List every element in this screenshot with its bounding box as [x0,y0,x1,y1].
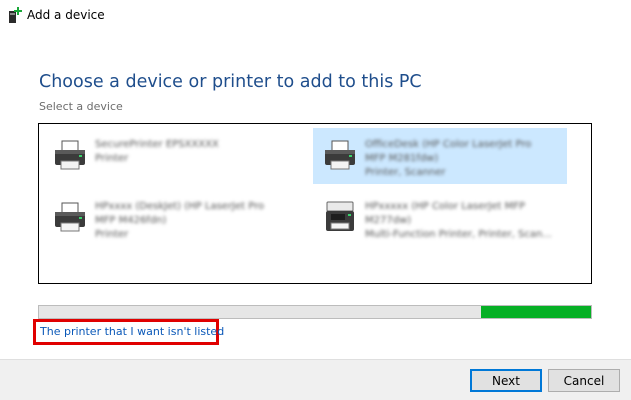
device-type: Printer [95,229,129,240]
device-detail: MFP M281fdw) [365,153,439,164]
search-progress-bar [38,305,592,319]
device-item-3[interactable]: HPxxxx (DeskJet) (HP LaserJet Pro MFP M4… [43,190,297,246]
device-detail: Printer [95,153,129,164]
device-name: SecurePrinter EPSXXXXX [95,139,219,150]
printer-not-listed-link[interactable]: The printer that I want isn't listed [40,325,224,338]
device-name: HPxxxx (DeskJet) (HP LaserJet Pro [95,201,265,212]
device-type: Multi-Function Printer, Printer, Scan... [365,229,552,240]
printer-icon [55,202,85,232]
device-detail: M277dw) [365,215,412,226]
progress-fill [480,306,591,318]
window-title: Add a device [27,8,105,22]
device-type: Printer, Scanner [365,167,446,178]
footer-bar: Next Cancel [0,359,631,400]
device-item-2[interactable]: OfficeDesk (HP Color LaserJet Pro MFP M2… [313,128,567,184]
device-item-4[interactable]: HPxxxxx (HP Color LaserJet MFP M277dw) M… [313,190,567,246]
cancel-button[interactable]: Cancel [548,369,620,392]
page-title: Choose a device or printer to add to thi… [39,72,422,92]
title-bar: Add a device [0,0,631,32]
next-button[interactable]: Next [470,369,542,392]
device-detail: MFP M426fdn) [95,215,167,226]
device-name: OfficeDesk (HP Color LaserJet Pro [365,139,532,150]
device-name: HPxxxxx (HP Color LaserJet MFP [365,201,526,212]
printer-icon [55,140,85,170]
device-list[interactable]: SecurePrinter EPSXXXXX Printer OfficeDes… [38,123,592,284]
device-item-1[interactable]: SecurePrinter EPSXXXXX Printer [43,128,297,184]
printer-icon [325,140,355,170]
add-device-icon [9,7,22,23]
page-subtitle: Select a device [39,100,123,113]
mfp-printer-icon [326,201,354,231]
